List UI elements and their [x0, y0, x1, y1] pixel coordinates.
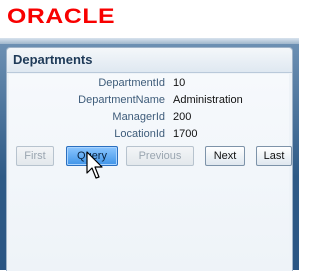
field-row-manager-id: ManagerId 200: [9, 111, 289, 127]
field-row-location-id: LocationId 1700: [9, 128, 289, 144]
department-id-label: DepartmentId: [98, 77, 165, 89]
header-bar: ORACLE: [0, 0, 299, 38]
oracle-logo: ORACLE: [7, 5, 116, 28]
location-id-label: LocationId: [114, 128, 165, 140]
location-id-value: 1700: [173, 128, 198, 140]
panel-header: Departments: [7, 48, 292, 73]
previous-button[interactable]: Previous: [126, 146, 194, 166]
department-name-label: DepartmentName: [78, 94, 165, 106]
first-button[interactable]: First: [16, 146, 54, 166]
panel-body: DepartmentId 10 DepartmentName Administr…: [9, 74, 289, 270]
field-row-department-id: DepartmentId 10: [9, 77, 289, 93]
field-row-department-name: DepartmentName Administration: [9, 94, 289, 110]
manager-id-label: ManagerId: [112, 111, 165, 123]
mouse-pointer-icon: [86, 151, 103, 179]
next-button[interactable]: Next: [205, 146, 245, 166]
frame-top-strip: [0, 38, 299, 44]
department-name-value: Administration: [173, 94, 243, 106]
department-id-value: 10: [173, 77, 186, 89]
manager-id-value: 200: [173, 111, 192, 123]
last-button[interactable]: Last: [256, 146, 292, 166]
panel-title: Departments: [13, 52, 93, 67]
